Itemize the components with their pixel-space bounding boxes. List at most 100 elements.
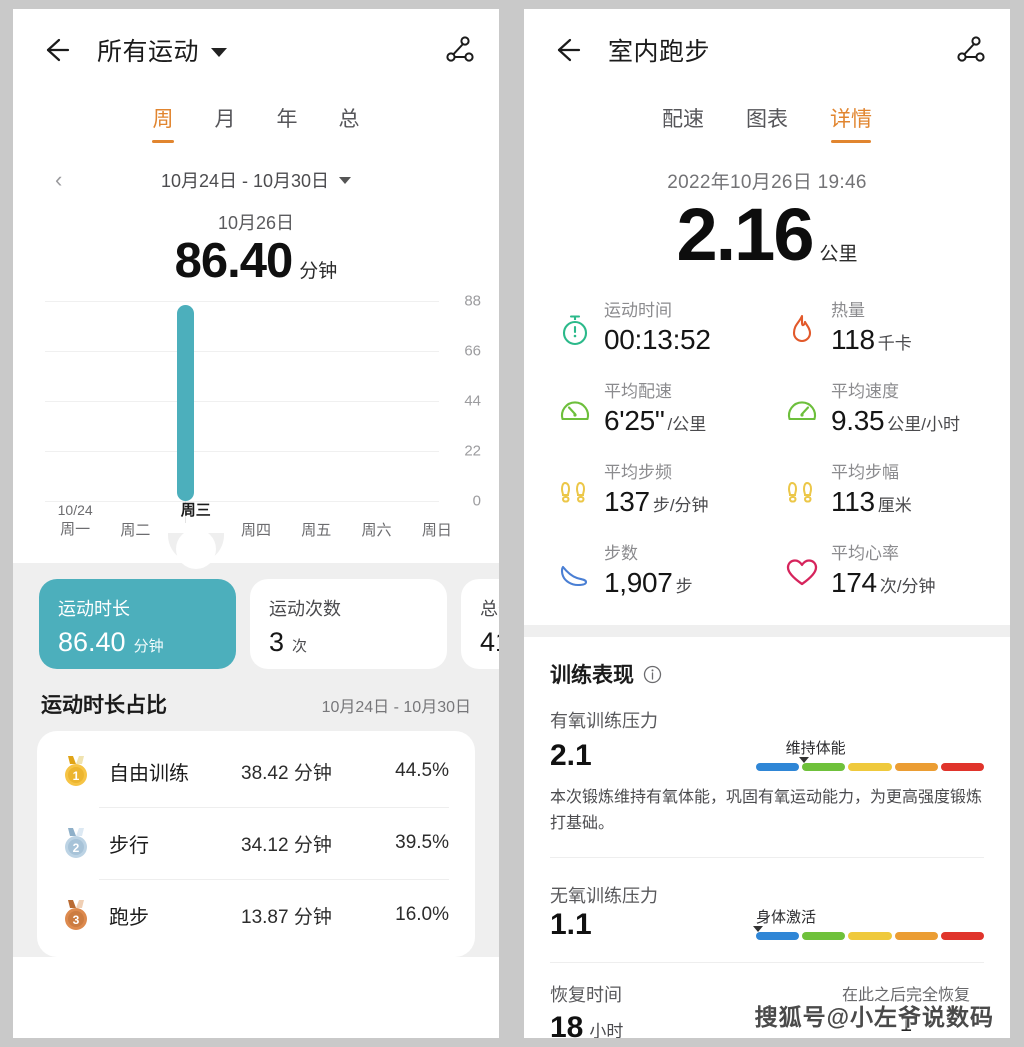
gauge-segment-1 — [802, 932, 845, 940]
gauge-segment-3 — [895, 763, 938, 771]
chart-y-tick: 0 — [473, 493, 481, 510]
gauge-segment-2 — [848, 763, 891, 771]
rank-percent: 44.5% — [395, 760, 449, 782]
stat-card-count[interactable]: 运动次数 3 次 — [250, 579, 447, 669]
headline-number: 86.40 — [175, 233, 293, 289]
chart-x-tick-group[interactable]: 周三 — [181, 501, 211, 520]
chart-x-tick: 周一 — [58, 520, 93, 539]
chart-x-tick-group[interactable]: 周日 — [422, 521, 452, 540]
screenshot-stage: 所有运动 周 月 年 总 ‹ 10月24日 - 10月30日 — [0, 0, 1024, 1047]
footprints-icon — [785, 475, 819, 509]
tab-pace-label: 配速 — [662, 108, 704, 131]
chart-x-tick: 周四 — [241, 521, 271, 540]
gauge-icon — [558, 394, 592, 428]
tab-pace[interactable]: 配速 — [641, 97, 725, 145]
metric-value: 6'25" — [604, 405, 665, 437]
tab-total[interactable]: 总 — [318, 97, 380, 145]
tab-total-label: 总 — [339, 108, 360, 131]
stat-card-calories[interactable]: 总热 41 — [461, 579, 499, 669]
tab-details-label: 详情 — [830, 108, 872, 131]
back-arrow-icon[interactable] — [550, 33, 584, 67]
metric-value: 174 — [831, 567, 877, 599]
rank-row[interactable]: 1自由训练38.42 分钟44.5% — [37, 735, 475, 807]
caret-down-icon[interactable] — [339, 177, 351, 184]
chevron-left-icon[interactable]: ‹ — [55, 167, 62, 193]
session-datetime: 2022年10月26日 19:46 — [524, 167, 1010, 194]
rank-percent: 39.5% — [395, 832, 449, 854]
rank-duration: 34.12 分钟 — [241, 830, 395, 857]
gauge-segment-4 — [941, 763, 984, 771]
right-phone-panel: 室内跑步 配速 图表 详情 2022年10月26日 19:46 2.16 公里 — [524, 9, 1010, 1038]
chart-x-tick-group[interactable]: 周四 — [241, 521, 271, 540]
metric-label: 热量 — [831, 299, 912, 323]
performance-title-row: 训练表现 — [550, 659, 984, 689]
metric-value-row: 118千卡 — [831, 324, 912, 356]
aerobic-label: 有氧训练压力 — [550, 707, 984, 733]
aerobic-gauge-label: 维持体能 — [786, 737, 846, 758]
metric-1: 热量118千卡 — [767, 299, 994, 356]
chart-bar[interactable] — [177, 305, 194, 501]
metric-text: 热量118千卡 — [831, 299, 912, 356]
metric-6: 步数1,907步 — [540, 542, 767, 599]
footprints-icon — [558, 475, 592, 509]
tab-month[interactable]: 月 — [194, 97, 256, 145]
left-phone-panel: 所有运动 周 月 年 总 ‹ 10月24日 - 10月30日 — [13, 9, 499, 1038]
activity-title: 室内跑步 — [608, 32, 710, 68]
tab-year[interactable]: 年 — [256, 97, 318, 145]
stat-card-calories-label: 总热 — [480, 595, 499, 621]
right-topbar: 室内跑步 — [524, 9, 1010, 91]
metric-text: 平均步频137步/分钟 — [604, 461, 709, 518]
week-range-label[interactable]: 10月24日 - 10月30日 — [161, 167, 329, 193]
rank-name: 自由训练 — [109, 757, 241, 786]
selected-day-handle[interactable] — [176, 529, 216, 569]
info-icon[interactable] — [643, 665, 662, 684]
metric-value-row: 00:13:52 — [604, 324, 714, 356]
metric-unit: 厘米 — [878, 491, 912, 516]
stat-card-duration[interactable]: 运动时长 86.40 分钟 — [39, 579, 236, 669]
rank-row[interactable]: 2步行34.12 分钟39.5% — [37, 807, 475, 879]
metric-3: 平均速度9.35公里/小时 — [767, 380, 994, 437]
performance-title: 训练表现 — [550, 659, 634, 689]
stat-card-duration-value: 86.40 分钟 — [58, 627, 236, 658]
stat-card-count-number: 3 — [269, 627, 284, 658]
tab-details[interactable]: 详情 — [809, 97, 893, 145]
tab-week[interactable]: 周 — [132, 97, 194, 145]
heart-icon — [785, 556, 819, 590]
metric-unit: 步/分钟 — [653, 491, 709, 516]
back-arrow-icon[interactable] — [39, 33, 73, 67]
recovery-value: 18 — [550, 1011, 583, 1038]
stat-card-count-value: 3 次 — [269, 627, 447, 658]
aerobic-block: 有氧训练压力 2.1 维持体能 本次锻炼维持有氧体能，巩固有氧运动能力，为更高强… — [550, 689, 984, 837]
chart-y-tick: 66 — [464, 343, 481, 360]
metric-unit: 次/分钟 — [880, 572, 936, 597]
chart-x-tick: 周六 — [362, 521, 392, 540]
svg-text:3: 3 — [73, 913, 80, 927]
chart-bars — [45, 301, 439, 501]
chart-x-tick-group[interactable]: 周二 — [120, 521, 150, 540]
metric-value: 118 — [831, 324, 875, 356]
metric-2: 平均配速6'25"/公里 — [540, 380, 767, 437]
gauge-segment-1 — [802, 763, 845, 771]
svg-text:2: 2 — [73, 841, 80, 855]
metric-0: 运动时间00:13:52 — [540, 299, 767, 356]
anaerobic-score: 1.1 — [550, 908, 658, 942]
metric-value: 113 — [831, 486, 875, 518]
anaerobic-gauge-label: 身体激活 — [756, 906, 816, 927]
distance-number: 2.16 — [676, 192, 812, 277]
chart-x-tick-group[interactable]: 周六 — [362, 521, 392, 540]
metric-value: 137 — [604, 486, 650, 518]
chart-x-tick-group[interactable]: 10/24周一 — [58, 501, 93, 539]
aerobic-gauge-marker — [799, 757, 809, 763]
share-icon[interactable] — [954, 33, 988, 67]
chevron-down-icon[interactable] — [211, 48, 227, 57]
chart-x-tick-group[interactable]: 周五 — [301, 521, 331, 540]
gauge-segment-0 — [756, 763, 799, 771]
tab-chart[interactable]: 图表 — [725, 97, 809, 145]
metric-label: 平均配速 — [604, 380, 706, 404]
chart-x-tick: 周三 — [181, 501, 211, 520]
rank-row[interactable]: 3跑步13.87 分钟16.0% — [37, 879, 475, 951]
watermark: 搜狐号@小左爷说数码 — [755, 998, 994, 1032]
share-icon[interactable] — [443, 33, 477, 67]
metric-unit: /公里 — [668, 410, 707, 435]
metric-text: 平均速度9.35公里/小时 — [831, 380, 960, 437]
